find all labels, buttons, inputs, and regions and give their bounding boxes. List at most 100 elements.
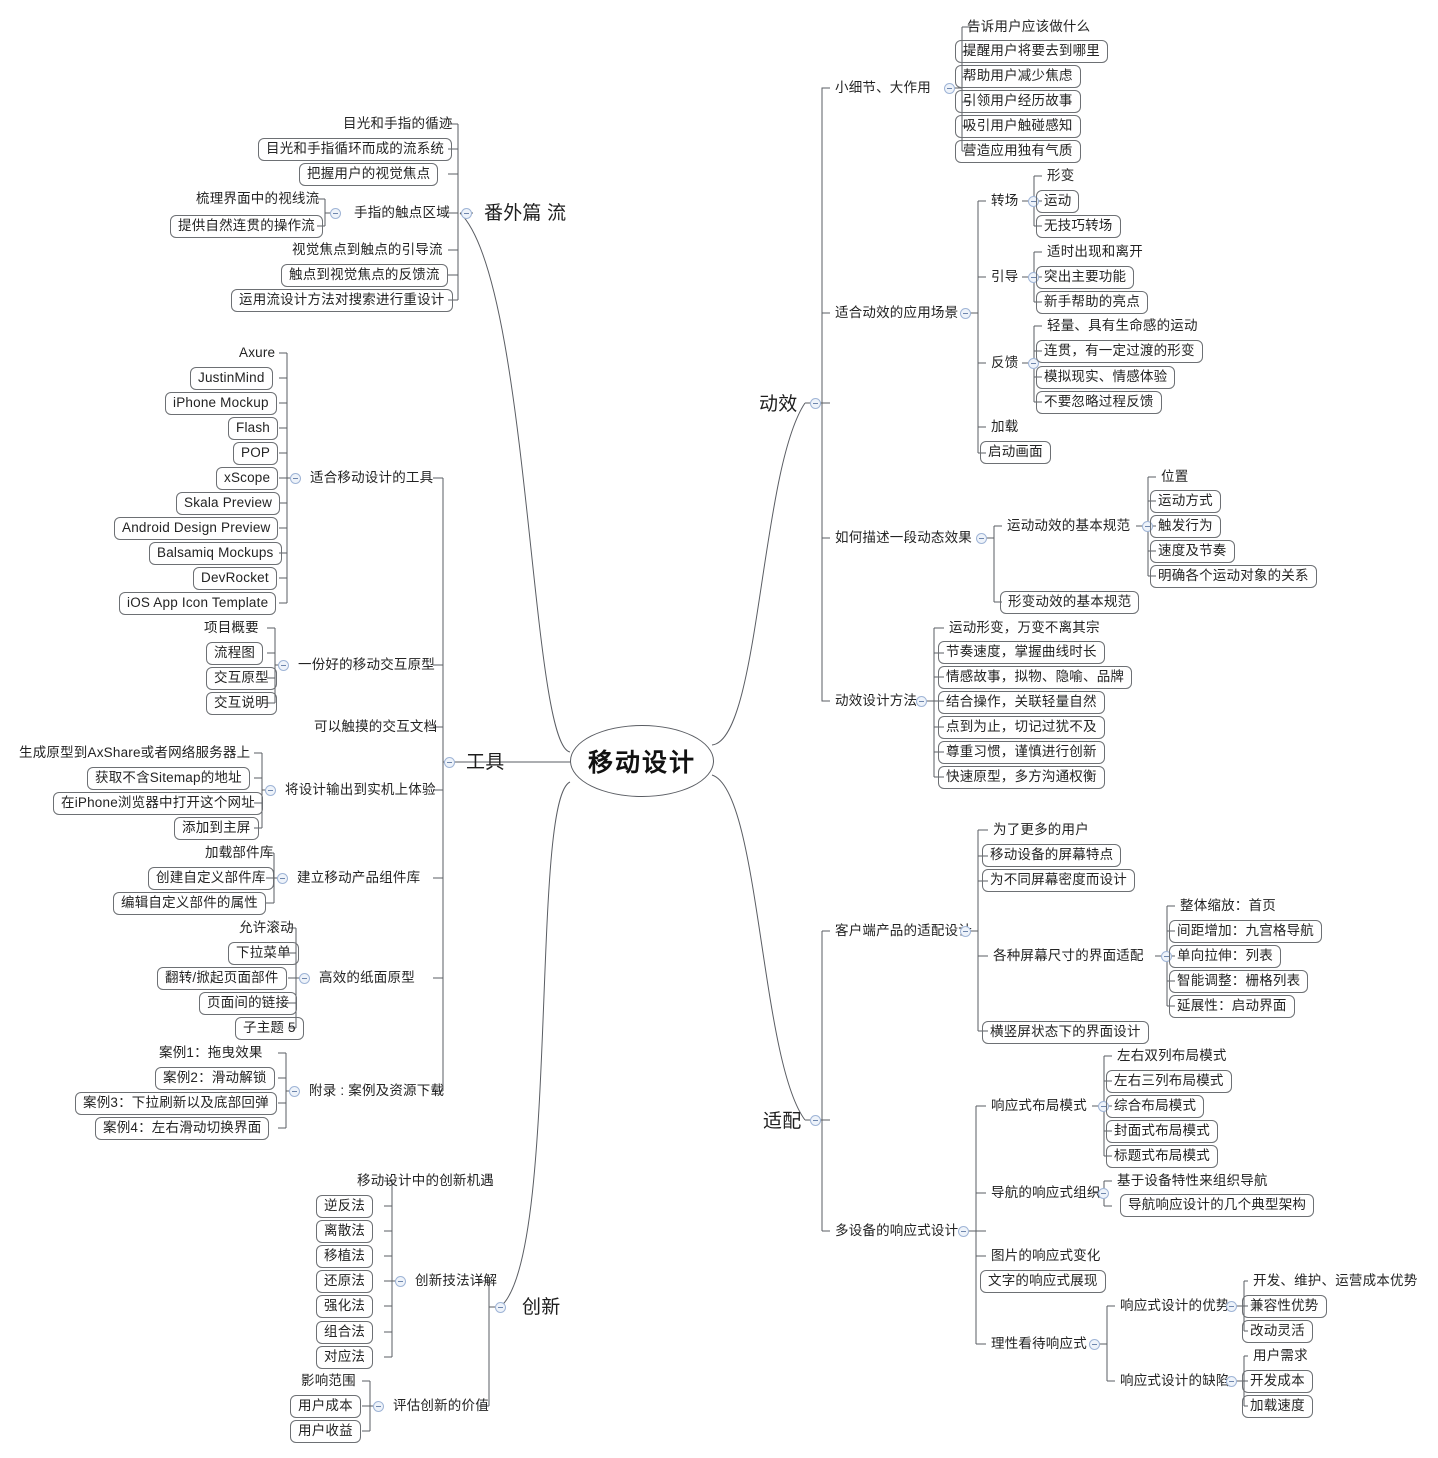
list-item[interactable]: 案例3：下拉刷新以及底部回弹 bbox=[75, 1092, 277, 1115]
list-item[interactable]: 移动设计中的创新机遇 bbox=[350, 1171, 501, 1191]
list-item[interactable]: 突出主要功能 bbox=[1036, 266, 1135, 289]
list-item[interactable]: 运动 bbox=[1036, 190, 1080, 213]
list-item[interactable]: 导航响应设计的几个典型架构 bbox=[1120, 1194, 1315, 1217]
list-item[interactable]: 子主题 5 bbox=[235, 1017, 304, 1040]
node-youshi[interactable]: 响应式设计的优势 bbox=[1113, 1296, 1237, 1316]
node-fangfa[interactable]: 动效设计方法 bbox=[828, 691, 924, 711]
node-zhimian[interactable]: 高效的纸面原型 bbox=[312, 968, 422, 988]
list-item[interactable]: 尊重习惯，谨慎进行创新 bbox=[938, 741, 1105, 764]
collapse-minus-icon[interactable] bbox=[289, 1086, 300, 1097]
collapse-minus-icon[interactable] bbox=[1098, 1188, 1109, 1199]
node-chudian[interactable]: 手指的触点区域 bbox=[347, 203, 457, 223]
list-item[interactable]: 用户需求 bbox=[1246, 1346, 1315, 1366]
node-changjing[interactable]: 适合动效的应用场景 bbox=[828, 303, 965, 323]
list-item[interactable]: 项目概要 bbox=[197, 618, 266, 638]
list-item[interactable]: 整体缩放：首页 bbox=[1173, 896, 1283, 916]
node-hengshu[interactable]: 横竖屏状态下的界面设计 bbox=[982, 1021, 1149, 1044]
list-item[interactable]: 适时出现和离开 bbox=[1040, 242, 1150, 262]
list-item[interactable]: 梳理界面中的视线流 bbox=[189, 189, 326, 209]
collapse-minus-icon[interactable] bbox=[916, 696, 927, 707]
list-item[interactable]: 封面式布局模式 bbox=[1106, 1120, 1218, 1143]
list-item[interactable]: JustinMind bbox=[190, 367, 273, 390]
list-item[interactable]: POP bbox=[233, 442, 279, 465]
collapse-minus-icon[interactable] bbox=[330, 208, 341, 219]
node-yindao[interactable]: 引导 bbox=[984, 267, 1025, 287]
list-item[interactable]: 明确各个运动对象的关系 bbox=[1150, 565, 1317, 588]
list-item[interactable]: 翻转/掀起页面部件 bbox=[157, 967, 287, 990]
list-item[interactable]: 交互说明 bbox=[206, 692, 277, 715]
list-item[interactable]: 案例4：左右滑动切换界面 bbox=[95, 1117, 270, 1140]
node-xingbian[interactable]: 形变动效的基本规范 bbox=[1000, 591, 1140, 614]
list-item[interactable]: Skala Preview bbox=[176, 492, 281, 515]
list-item[interactable]: iOS App Icon Template bbox=[119, 592, 277, 615]
collapse-minus-icon[interactable] bbox=[960, 308, 971, 319]
list-item[interactable]: 节奏速度，掌握曲线时长 bbox=[938, 641, 1105, 664]
node-yundong[interactable]: 运动动效的基本规范 bbox=[1000, 516, 1137, 536]
collapse-minus-icon[interactable] bbox=[277, 873, 288, 884]
node-pinggu[interactable]: 评估创新的价值 bbox=[386, 1396, 496, 1416]
list-item[interactable]: 帮助用户减少焦虑 bbox=[955, 65, 1081, 88]
node-zujianku[interactable]: 建立移动产品组件库 bbox=[290, 868, 427, 888]
list-item[interactable]: 加载部件库 bbox=[198, 843, 281, 863]
list-item[interactable]: Android Design Preview bbox=[114, 517, 279, 540]
node-miaoshu[interactable]: 如何描述一段动态效果 bbox=[828, 528, 979, 548]
list-item[interactable]: 速度及节奏 bbox=[1150, 540, 1235, 563]
branch-fanwai[interactable]: 番外篇 流 bbox=[477, 201, 573, 226]
list-item[interactable]: 影响范围 bbox=[294, 1371, 363, 1391]
list-item[interactable]: 案例1：拖曳效果 bbox=[152, 1043, 270, 1063]
branch-chuangxin[interactable]: 创新 bbox=[515, 1295, 567, 1320]
collapse-minus-icon[interactable] bbox=[810, 1115, 821, 1126]
node-buju[interactable]: 响应式布局模式 bbox=[984, 1096, 1094, 1116]
list-item[interactable]: 为不同屏幕密度而设计 bbox=[982, 869, 1135, 892]
collapse-minus-icon[interactable] bbox=[395, 1276, 406, 1287]
list-item[interactable]: 营造应用独有气质 bbox=[955, 140, 1081, 163]
list-item[interactable]: Axure bbox=[232, 343, 282, 363]
list-item[interactable]: iPhone Mockup bbox=[165, 392, 277, 415]
list-item[interactable]: 形变 bbox=[1040, 166, 1081, 186]
list-item[interactable]: Flash bbox=[228, 417, 279, 440]
list-item[interactable]: 告诉用户应该做什么 bbox=[960, 17, 1097, 37]
collapse-minus-icon[interactable] bbox=[278, 660, 289, 671]
node-duoshebei[interactable]: 多设备的响应式设计 bbox=[828, 1221, 965, 1241]
list-item[interactable]: 还原法 bbox=[316, 1270, 374, 1293]
list-item[interactable]: 点到为止，切记过犹不及 bbox=[938, 716, 1105, 739]
list-item[interactable]: 用户成本 bbox=[290, 1395, 361, 1418]
list-item[interactable]: 提供自然连贯的操作流 bbox=[170, 215, 323, 238]
list-item[interactable]: 添加到主屏 bbox=[174, 817, 259, 840]
collapse-minus-icon[interactable] bbox=[810, 398, 821, 409]
list-item[interactable]: 左右三列布局模式 bbox=[1106, 1070, 1232, 1093]
node-xiaoxijie[interactable]: 小细节、大作用 bbox=[828, 78, 938, 98]
list-item[interactable]: 快速原型，多方沟通权衡 bbox=[938, 766, 1105, 789]
list-item[interactable]: 运动方式 bbox=[1150, 490, 1221, 513]
collapse-minus-icon[interactable] bbox=[1226, 1301, 1237, 1312]
list-item[interactable]: 轻量、具有生命感的运动 bbox=[1040, 316, 1205, 336]
collapse-minus-icon[interactable] bbox=[1226, 1376, 1237, 1387]
collapse-minus-icon[interactable] bbox=[944, 83, 955, 94]
list-item[interactable]: 视觉焦点到触点的引导流 bbox=[285, 240, 450, 260]
list-item[interactable]: 延展性：启动界面 bbox=[1169, 995, 1295, 1018]
branch-dongxiao[interactable]: 动效 bbox=[752, 392, 804, 417]
collapse-minus-icon[interactable] bbox=[299, 973, 310, 984]
list-item[interactable]: 左右双列布局模式 bbox=[1110, 1046, 1234, 1066]
collapse-minus-icon[interactable] bbox=[976, 533, 987, 544]
list-item[interactable]: 不要忽略过程反馈 bbox=[1036, 391, 1162, 414]
list-item[interactable]: 提醒用户将要去到哪里 bbox=[955, 40, 1108, 63]
list-item[interactable]: 标题式布局模式 bbox=[1106, 1145, 1218, 1168]
list-item[interactable]: 流程图 bbox=[206, 642, 264, 665]
list-item[interactable]: 改动灵活 bbox=[1242, 1320, 1313, 1343]
node-yuanxing[interactable]: 一份好的移动交互原型 bbox=[291, 655, 442, 675]
node-quexian[interactable]: 响应式设计的缺陷 bbox=[1113, 1371, 1237, 1391]
list-item[interactable]: 移植法 bbox=[316, 1245, 374, 1268]
list-item[interactable]: 基于设备特性来组织导航 bbox=[1110, 1171, 1275, 1191]
list-item[interactable]: 文字的响应式展现 bbox=[980, 1270, 1106, 1293]
list-item[interactable]: 目光和手指的循迹 bbox=[336, 114, 460, 134]
list-item[interactable]: 模拟现实、情感体验 bbox=[1036, 366, 1176, 389]
list-item[interactable]: 运动形变，万变不离其宗 bbox=[942, 618, 1107, 638]
list-item[interactable]: 编辑自定义部件的属性 bbox=[113, 892, 266, 915]
node-gezhong[interactable]: 各种屏幕尺寸的界面适配 bbox=[986, 946, 1151, 966]
node-zhuanchang[interactable]: 转场 bbox=[984, 191, 1025, 211]
collapse-minus-icon[interactable] bbox=[290, 473, 301, 484]
list-item[interactable]: 逆反法 bbox=[316, 1195, 374, 1218]
list-item[interactable]: 移动设备的屏幕特点 bbox=[982, 844, 1122, 867]
node-fulu[interactable]: 附录 : 案例及资源下载 bbox=[302, 1081, 451, 1101]
